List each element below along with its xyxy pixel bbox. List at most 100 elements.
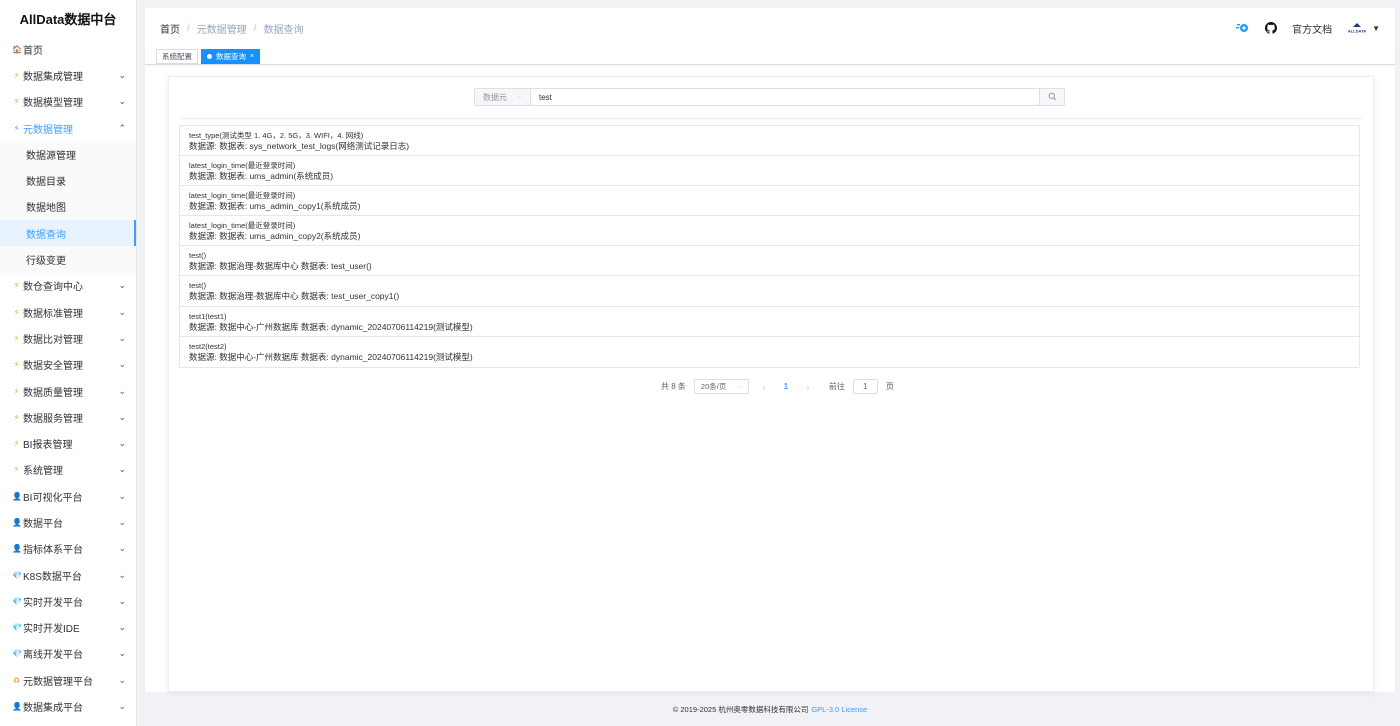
sidebar-item-label: K8S数据平台 [23, 571, 82, 583]
menu-icon: 👤 [12, 517, 22, 527]
result-row[interactable]: latest_login_time(最近登录时间) 数据源: 数据表: ums_a… [180, 156, 1359, 187]
license-link[interactable]: GPL-3.0 License [811, 705, 867, 714]
sidebar-item[interactable]: ⚡ 数据标准管理 ⌄ [0, 299, 136, 325]
result-title: test() [189, 281, 207, 291]
bot-icon[interactable] [1236, 21, 1250, 35]
prev-page-button[interactable]: ‹ [757, 382, 771, 392]
search-button[interactable] [1039, 89, 1064, 105]
sidebar-item[interactable]: 💎 实时开发IDE ⌄ [0, 615, 136, 641]
menu-icon: ⚡ [13, 307, 20, 317]
menu-icon: ⚡ [13, 386, 20, 396]
sidebar-item[interactable]: 💎 离线开发平台 ⌄ [0, 641, 136, 667]
search-icon [1048, 90, 1057, 104]
result-row[interactable]: test() 数据源: 数据治理-数据库中心 数据表: test_user_cop… [180, 276, 1359, 307]
sidebar-subitem[interactable]: 数据目录 [0, 167, 136, 194]
sidebar-item[interactable]: ⚡ 系统管理 ⌄ [0, 457, 136, 483]
sidebar-item-label: 数据服务管理 [23, 413, 83, 425]
avatar[interactable]: ALLDATA [1346, 22, 1368, 34]
sidebar-item[interactable]: ⚡ 数据集成管理 ⌄ [0, 62, 136, 88]
sidebar-item-label: 元数据管理平台 [23, 676, 93, 688]
sidebar-item-label: 数据平台 [23, 518, 63, 530]
sidebar-menu: 🏠 首页 ⚡ 数据集成管理 ⌄ ⚡ 数据模型管理 ⌄ ⚡ 元数据管理 ⌃ 数据源管理 数据目录 数据地图数… [0, 36, 136, 720]
sidebar-item-label: 系统管理 [23, 466, 63, 478]
result-row[interactable]: latest_login_time(最近登录时间) 数据源: 数据表: ums_a… [180, 186, 1359, 217]
page-unit-label: 页 [885, 382, 894, 391]
result-source: 数据源: 数据表: ums_admin(系统成员) [189, 171, 334, 182]
chevron-down-icon: ⌄ [118, 332, 126, 343]
sidebar-item[interactable]: 👤 BI可视化平台 ⌄ [0, 483, 136, 509]
result-row[interactable]: test() 数据源: 数据治理-数据库中心 数据表: test_user() [180, 246, 1359, 277]
menu-icon: ⚡ [13, 123, 20, 133]
sidebar-item[interactable]: ⚡ 数据服务管理 ⌄ [0, 404, 136, 430]
sidebar-item[interactable]: ⚡ 元数据管理 ⌃ [0, 115, 136, 141]
menu-icon: ⚡ [13, 360, 20, 370]
result-source: 数据源: 数据中心-广州数据库 数据表: dynamic_20240706114… [189, 321, 473, 332]
menu-icon: ⚡ [13, 412, 20, 422]
github-icon[interactable] [1264, 21, 1278, 35]
sidebar-item-label: 数据标准管理 [23, 308, 83, 320]
menu-icon: 💎 [12, 596, 22, 606]
tags-view: 系统配置 数据查询 × [145, 48, 1395, 65]
sidebar-item-label: 首页 [23, 45, 43, 57]
sidebar-subitem[interactable]: 数据源管理 [0, 141, 136, 168]
sidebar-item[interactable]: ⚡ 数据质量管理 ⌄ [0, 378, 136, 404]
sidebar-item[interactable]: 👤 指标体系平台 ⌄ [0, 536, 136, 562]
sidebar-item[interactable]: ⚡ BI报表管理 ⌄ [0, 430, 136, 456]
sidebar-item-label: 实时开发IDE [23, 624, 80, 636]
menu-icon: ⚡ [13, 70, 20, 80]
svg-text:ALLDATA: ALLDATA [1348, 29, 1366, 34]
chevron-down-icon: ⌄ [118, 622, 126, 633]
chevron-down-icon: ⌄ [118, 595, 126, 606]
result-row[interactable]: latest_login_time(最近登录时间) 数据源: 数据表: ums_a… [180, 216, 1359, 247]
menu-icon: 👤 [12, 491, 22, 501]
search-type-select[interactable]: 数据元 ⌵ [475, 89, 531, 105]
query-card: 数据元 ⌵ test_type(测试类型 1. 4G，2. 5G，3. WIFI… [168, 76, 1374, 692]
menu-icon: 🏠 [12, 44, 22, 54]
chevron-down-icon: ⌄ [118, 569, 126, 580]
sidebar: AllData数据中台 🏠 首页 ⚡ 数据集成管理 ⌄ ⚡ 数据模型管理 ⌄ ⚡ 元数据管理 ⌃ 数据… [0, 0, 137, 726]
results-list: test_type(测试类型 1. 4G，2. 5G，3. WIFI，4. 网线… [179, 125, 1360, 368]
chevron-down-icon: ⌵ [516, 93, 522, 100]
breadcrumb-home[interactable]: 首页 [160, 21, 180, 36]
tag-system-config[interactable]: 系统配置 [156, 48, 198, 64]
result-title: test1(test1) [189, 311, 227, 321]
main-panel: 首页 / 元数据管理 / 数据查询 官方文档 ALLDATA ▼ 系统配置 数据… [145, 8, 1395, 692]
docs-link[interactable]: 官方文档 [1292, 21, 1332, 36]
page-number[interactable]: 1 [779, 382, 793, 391]
sidebar-subitem[interactable]: 行级变更 [0, 246, 136, 273]
tag-data-query[interactable]: 数据查询 × [201, 48, 261, 64]
sidebar-item[interactable]: ⚡ 数据模型管理 ⌄ [0, 89, 136, 115]
user-menu[interactable]: ALLDATA ▼ [1346, 22, 1380, 34]
chevron-down-icon: ⌄ [118, 438, 126, 449]
sidebar-item[interactable]: 👤 数据平台 ⌄ [0, 509, 136, 535]
sidebar-item[interactable]: ⚡ 数据比对管理 ⌄ [0, 325, 136, 351]
result-row[interactable]: test1(test1) 数据源: 数据中心-广州数据库 数据表: dynamic… [180, 307, 1359, 337]
result-source: 数据源: 数据表: ums_admin_copy2(系统成员) [189, 231, 361, 242]
sidebar-item[interactable]: ⚡ 数据安全管理 ⌄ [0, 352, 136, 378]
sidebar-subitem[interactable]: 数据查询 [0, 220, 136, 247]
header-actions: 官方文档 ALLDATA ▼ [1236, 21, 1380, 36]
result-row[interactable]: test2(test2) 数据源: 数据中心-广州数据库 数据表: dynamic… [180, 337, 1359, 367]
sidebar-item[interactable]: 💎 K8S数据平台 ⌄ [0, 562, 136, 588]
sidebar-item-label: 数据模型管理 [23, 98, 83, 110]
sidebar-item[interactable]: ♻ 元数据管理平台 ⌄ [0, 667, 136, 693]
search-input[interactable] [531, 89, 1039, 105]
chevron-down-icon: ⌄ [118, 674, 126, 685]
result-title: latest_login_time(最近登录时间) [189, 191, 296, 201]
caret-down-icon[interactable]: ▼ [1372, 24, 1380, 33]
sidebar-subitem[interactable]: 数据地图 [0, 193, 136, 221]
next-page-button[interactable]: › [801, 382, 815, 392]
page-size-select[interactable]: 20条/页 ⌵ [693, 379, 749, 394]
top-header: 首页 / 元数据管理 / 数据查询 官方文档 ALLDATA ▼ [145, 8, 1395, 48]
menu-icon: 💎 [12, 570, 22, 580]
result-row[interactable]: test_type(测试类型 1. 4G，2. 5G，3. WIFI，4. 网线… [180, 126, 1359, 157]
breadcrumb-separator: / [187, 22, 190, 34]
sidebar-item[interactable]: 👤 数据集成平台 ⌄ [0, 693, 136, 719]
goto-page-input[interactable]: 1 [852, 379, 878, 394]
sidebar-item-label: 数据集成管理 [23, 71, 83, 83]
close-icon[interactable]: × [250, 53, 254, 60]
sidebar-item[interactable]: ⚡ 数仓查询中心 ⌄ [0, 273, 136, 299]
sidebar-item[interactable]: 💎 实时开发平台 ⌄ [0, 588, 136, 614]
sidebar-item[interactable]: 🏠 首页 [0, 36, 136, 62]
chevron-down-icon: ⌄ [118, 306, 126, 317]
